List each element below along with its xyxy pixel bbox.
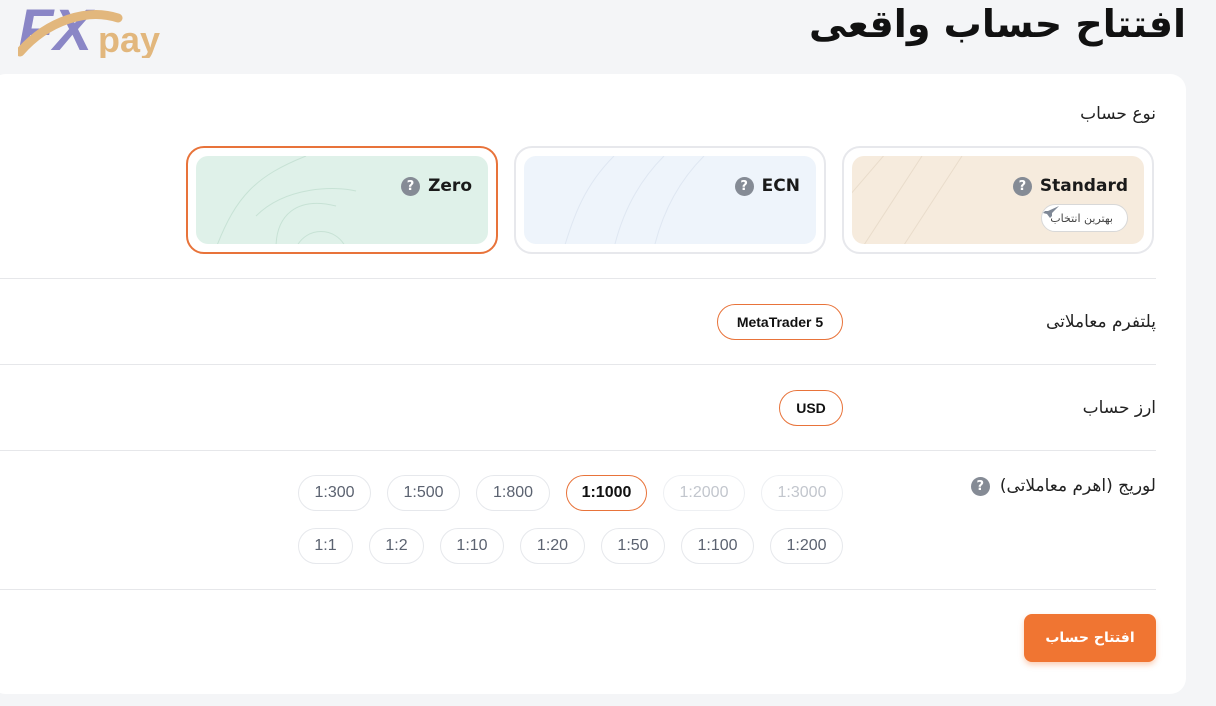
currency-usd[interactable]: USD [779,390,843,426]
leverage-1-1000[interactable]: 1:1000 [566,475,647,511]
divider [0,450,1156,451]
open-account-button[interactable]: افتتاح حساب [1024,614,1156,662]
leverage-1-10[interactable]: 1:10 [440,528,504,564]
divider [0,589,1156,590]
open-account-card: نوع حساب ? Standard بهترین انتخاب ? ECN … [0,74,1186,694]
account-option-standard[interactable]: ? Standard بهترین انتخاب [842,146,1154,254]
leverage-1-500[interactable]: 1:500 [387,475,460,511]
help-icon[interactable]: ? [734,176,754,196]
leverage-1-300[interactable]: 1:300 [298,475,371,511]
leverage-label: لوریج (اهرم معاملاتی) [999,476,1156,496]
page-title: افتتاح حساب واقعی [809,2,1186,46]
help-icon[interactable]: ? [970,476,990,496]
help-icon[interactable]: ? [401,176,421,196]
leverage-1-1[interactable]: 1:1 [298,528,353,564]
account-option-zero[interactable]: ? Zero [186,146,498,254]
help-icon[interactable]: ? [1012,176,1032,196]
account-type-label: نوع حساب [1080,104,1156,124]
leverage-label-row: لوریج (اهرم معاملاتی) ? [970,476,1156,496]
currency-label: ارز حساب [1082,398,1156,418]
leverage-1-50[interactable]: 1:50 [601,528,665,564]
fxpay-logo: FX pay [15,0,178,63]
leverage-1-20[interactable]: 1:20 [520,528,585,564]
platform-label: پلتفرم معاملاتی [1045,312,1156,332]
account-name-ecn: ? ECN [734,176,800,196]
leverage-1-800[interactable]: 1:800 [476,475,550,511]
divider [0,364,1156,365]
divider [0,278,1156,279]
logo-pay: pay [98,19,160,58]
account-name-zero: ? Zero [401,176,472,196]
account-option-ecn[interactable]: ? ECN [514,146,826,254]
logo-fx: FX [18,0,95,58]
account-name-standard: ? Standard [1012,176,1128,196]
platform-metatrader5[interactable]: MetaTrader 5 [717,304,843,340]
leverage-1-3000[interactable]: 1:3000 [761,475,843,511]
leverage-1-2[interactable]: 1:2 [369,528,424,564]
leverage-1-100[interactable]: 1:100 [681,528,754,564]
leverage-1-200[interactable]: 1:200 [770,528,843,564]
leverage-1-2000[interactable]: 1:2000 [663,475,745,511]
best-choice-badge: بهترین انتخاب [1041,204,1128,232]
